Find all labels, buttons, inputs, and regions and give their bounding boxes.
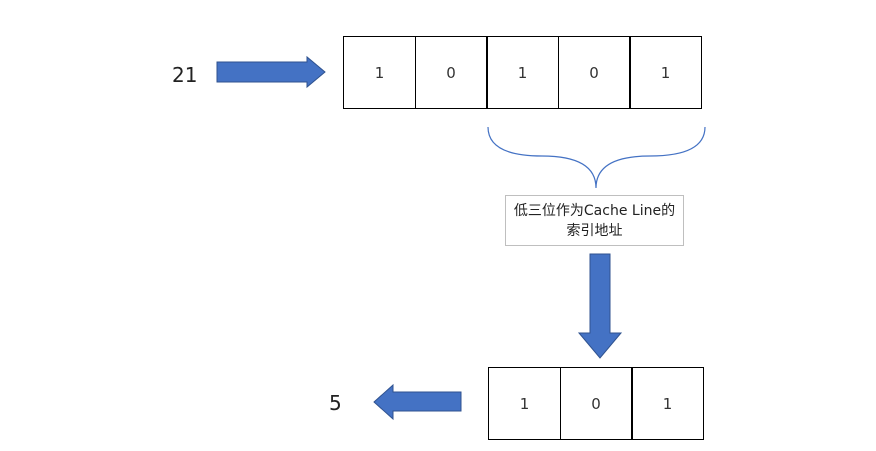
output-bit-row: 1 0 1 (488, 367, 704, 440)
annotation-box: 低三位作为Cache Line的 索引地址 (505, 195, 684, 246)
input-bit-cell: 1 (486, 36, 559, 109)
right-arrow-icon (216, 55, 326, 89)
curly-brace-icon (487, 126, 706, 189)
output-bit-cell: 1 (631, 367, 704, 440)
input-value: 21 (172, 63, 198, 87)
input-bit-cell: 1 (343, 36, 416, 109)
annotation-line-2: 索引地址 (566, 222, 623, 239)
output-bit-cell: 0 (559, 367, 633, 440)
input-bit-cell: 1 (629, 36, 702, 109)
left-arrow-icon (373, 383, 462, 421)
input-bit-cell: 0 (557, 36, 631, 109)
input-bit-row: 1 0 1 0 1 (343, 36, 702, 109)
down-arrow-icon (577, 253, 623, 359)
output-bit-cell: 1 (488, 367, 561, 440)
output-value: 5 (329, 391, 342, 415)
input-bit-cell: 0 (414, 36, 488, 109)
annotation-line-1: 低三位作为Cache Line的 (513, 202, 676, 219)
